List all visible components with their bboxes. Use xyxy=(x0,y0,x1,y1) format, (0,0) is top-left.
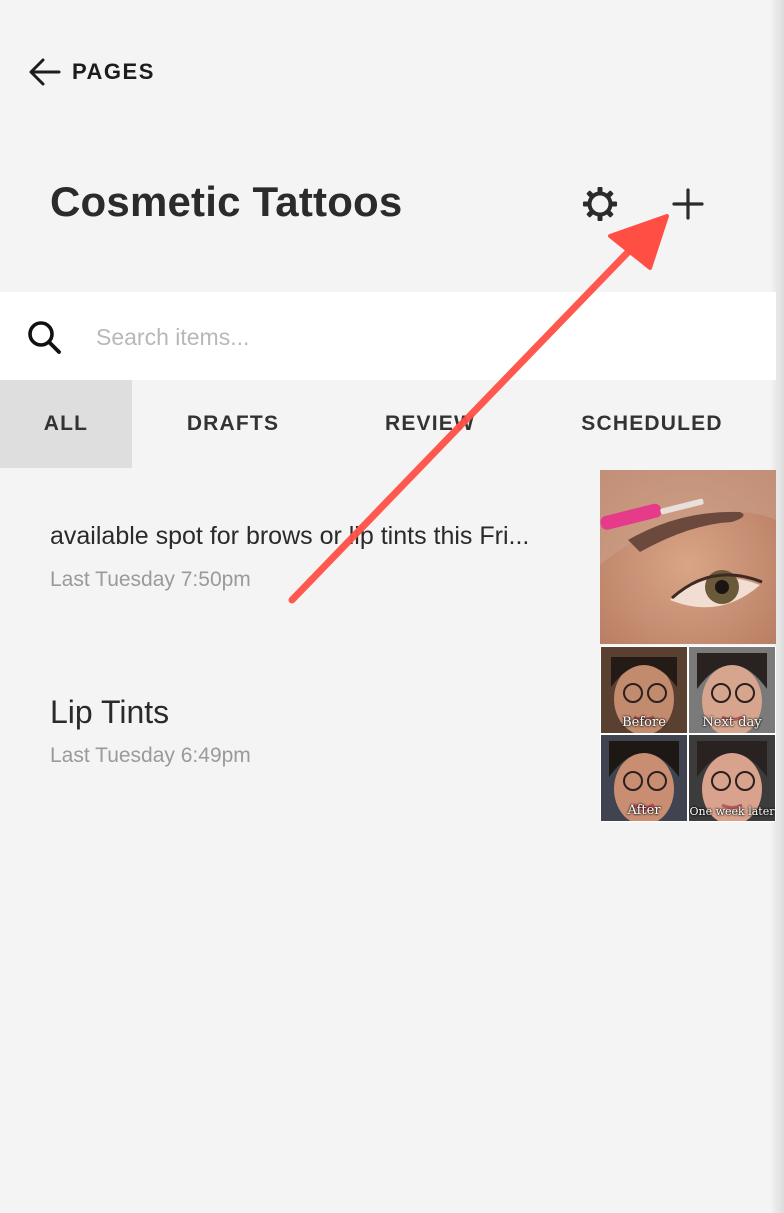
tab-scheduled[interactable]: SCHEDULED xyxy=(560,380,744,468)
item-thumbnail: Before Next day After One week later xyxy=(600,646,776,822)
search-icon xyxy=(28,321,61,354)
tab-review[interactable]: REVIEW xyxy=(360,380,500,468)
item-thumbnail xyxy=(600,470,776,644)
search-bar xyxy=(0,292,776,380)
collage-photo: One week later xyxy=(689,735,775,821)
arrow-left-icon xyxy=(29,58,61,86)
item-title: available spot for brows or lip tints th… xyxy=(50,522,530,550)
add-item-button[interactable] xyxy=(670,186,706,222)
collage-photo: Next day xyxy=(689,647,775,733)
item-timestamp: Last Tuesday 7:50pm xyxy=(50,568,251,591)
tab-all[interactable]: ALL xyxy=(0,380,132,468)
collage-caption: After xyxy=(627,803,661,818)
gear-icon[interactable] xyxy=(582,186,618,222)
search-input[interactable] xyxy=(94,316,738,358)
list-item[interactable]: Lip Tints Last Tuesday 6:49pm xyxy=(0,646,600,822)
page-title: Cosmetic Tattoos xyxy=(50,178,403,225)
collage-photo: After xyxy=(601,735,687,821)
tab-drafts[interactable]: DRAFTS xyxy=(160,380,306,468)
collage-caption: One week later xyxy=(689,805,775,818)
collage-caption: Next day xyxy=(702,715,762,730)
item-title: Lip Tints xyxy=(50,694,170,730)
list-item[interactable]: available spot for brows or lip tints th… xyxy=(0,470,600,644)
collage-photo: Before xyxy=(601,647,687,733)
item-timestamp: Last Tuesday 6:49pm xyxy=(50,744,251,767)
filter-tabs: ALL DRAFTS REVIEW SCHEDULED xyxy=(0,380,776,468)
back-to-pages-link[interactable]: PAGES xyxy=(28,56,155,88)
collage-caption: Before xyxy=(622,715,666,730)
back-label: PAGES xyxy=(72,59,155,84)
